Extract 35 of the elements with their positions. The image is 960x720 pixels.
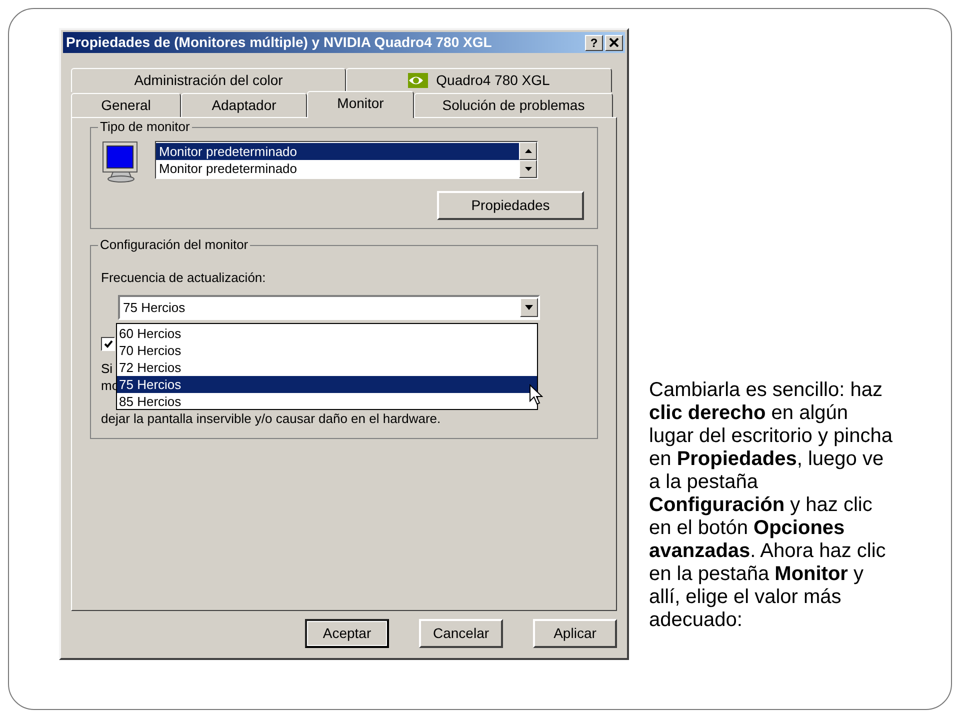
monitor-list[interactable]: Monitor predeterminado Monitor predeterminado bbox=[155, 141, 538, 179]
tab[interactable]: Monitor bbox=[307, 91, 414, 118]
checkbox[interactable] bbox=[101, 337, 115, 351]
dropdown-option[interactable]: 72 Hercios bbox=[117, 359, 537, 376]
dialog-button[interactable]: Aplicar bbox=[533, 619, 617, 648]
help-button[interactable]: ? bbox=[585, 34, 603, 50]
dialog-button[interactable]: Aceptar bbox=[305, 619, 389, 648]
eye-logo-icon bbox=[408, 73, 428, 88]
list-item[interactable]: Monitor predeterminado bbox=[156, 160, 519, 177]
dropdown-option[interactable]: 75 Hercios bbox=[117, 376, 537, 393]
tab[interactable]: General bbox=[71, 93, 181, 117]
tab[interactable]: Solución de problemas bbox=[414, 93, 613, 117]
tab[interactable]: Quadro4 780 XGL bbox=[346, 68, 612, 92]
note-text: dejar la pantalla inservible y/o causar daño en el hardware. bbox=[101, 411, 441, 427]
dropdown-option[interactable]: 60 Hercios bbox=[117, 325, 537, 342]
tab[interactable]: Adaptador bbox=[181, 93, 307, 117]
refresh-rate-dropdown[interactable]: 75 Hercios bbox=[118, 295, 540, 320]
group-title: Configuración del monitor bbox=[98, 237, 250, 253]
close-button[interactable] bbox=[605, 34, 623, 50]
scroll-up-button[interactable] bbox=[519, 142, 537, 160]
cursor-icon bbox=[529, 384, 543, 406]
up-arrow-icon bbox=[524, 149, 532, 153]
properties-button[interactable]: Propiedades bbox=[437, 191, 584, 220]
dropdown-option[interactable]: 70 Hercios bbox=[117, 342, 537, 359]
instruction-text: Cambiarla es sencillo: haz clic derecho en algún lugar del escritorio y pincha en Propiedades, luego ve a la pestaña Configuración y haz clic en el botón Opciones avanzadas. Ahora haz clic en la pestaña Monitor y allí, elige el valor más adecuado: bbox=[649, 379, 894, 633]
list-item[interactable]: Monitor predeterminado bbox=[156, 143, 519, 160]
note-text: Si bbox=[101, 360, 114, 377]
tab[interactable]: Administración del color bbox=[71, 68, 346, 92]
group-title: Tipo de monitor bbox=[98, 119, 192, 135]
window-title: Propiedades de (Monitores múltiple) y NVIDIA Quadro4 780 XGL bbox=[66, 33, 493, 52]
scroll-down-button[interactable] bbox=[519, 160, 537, 178]
close-icon bbox=[609, 38, 619, 47]
refresh-rate-label: Frecuencia de actualización: bbox=[101, 270, 266, 286]
dialog-button[interactable]: Cancelar bbox=[419, 619, 503, 648]
down-arrow-icon bbox=[524, 167, 532, 171]
